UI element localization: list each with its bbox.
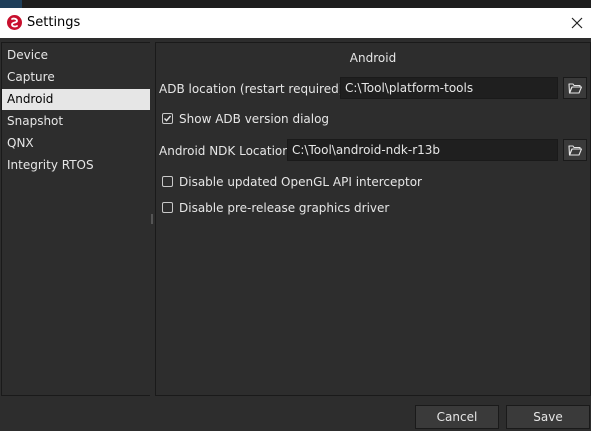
panel-splitter[interactable] xyxy=(150,40,154,396)
top-strip xyxy=(0,0,591,8)
show-adb-version-dialog-checkbox[interactable] xyxy=(162,113,173,124)
adb-location-input[interactable]: C:\Tool\platform-tools xyxy=(340,77,558,99)
folder-icon xyxy=(568,83,582,94)
close-button[interactable] xyxy=(563,8,591,38)
checkmark-icon xyxy=(164,115,172,122)
adb-browse-button[interactable] xyxy=(563,77,587,99)
save-button[interactable]: Save xyxy=(506,405,590,429)
section-title: Android xyxy=(349,51,397,65)
top-strip-accent xyxy=(0,0,22,8)
sidebar-item-device[interactable]: Device xyxy=(2,45,150,66)
app-logo-icon xyxy=(7,15,22,30)
title-bar: Settings xyxy=(0,8,591,38)
cancel-button[interactable]: Cancel xyxy=(415,405,499,429)
disable-prerelease-driver-label: Disable pre-release graphics driver xyxy=(179,201,390,215)
dialog-button-bar: Cancel Save xyxy=(0,397,591,431)
disable-opengl-interceptor-label: Disable updated OpenGL API interceptor xyxy=(179,175,422,189)
window-title: Settings xyxy=(27,15,81,30)
sidebar-item-snapshot[interactable]: Snapshot xyxy=(2,111,150,132)
disable-opengl-interceptor-checkbox[interactable] xyxy=(162,176,173,187)
close-icon xyxy=(571,17,583,29)
sidebar-item-integrity-rtos[interactable]: Integrity RTOS xyxy=(2,155,150,176)
adb-location-label: ADB location (restart required) xyxy=(159,82,344,96)
ndk-location-input[interactable]: C:\Tool\android-ndk-r13b xyxy=(287,139,558,161)
folder-icon xyxy=(568,145,582,156)
ndk-browse-button[interactable] xyxy=(563,139,587,161)
ndk-location-label: Android NDK Location xyxy=(159,144,290,158)
splitter-grip xyxy=(151,214,153,224)
disable-prerelease-driver-checkbox[interactable] xyxy=(162,202,173,213)
android-settings-panel: Android ADB location (restart required) … xyxy=(155,42,591,396)
show-adb-version-dialog-label: Show ADB version dialog xyxy=(179,112,330,126)
settings-category-list: Device Capture Android Snapshot QNX Inte… xyxy=(1,42,151,396)
sidebar-item-android[interactable]: Android xyxy=(2,89,150,110)
sidebar-item-qnx[interactable]: QNX xyxy=(2,133,150,154)
sidebar-item-capture[interactable]: Capture xyxy=(2,67,150,88)
